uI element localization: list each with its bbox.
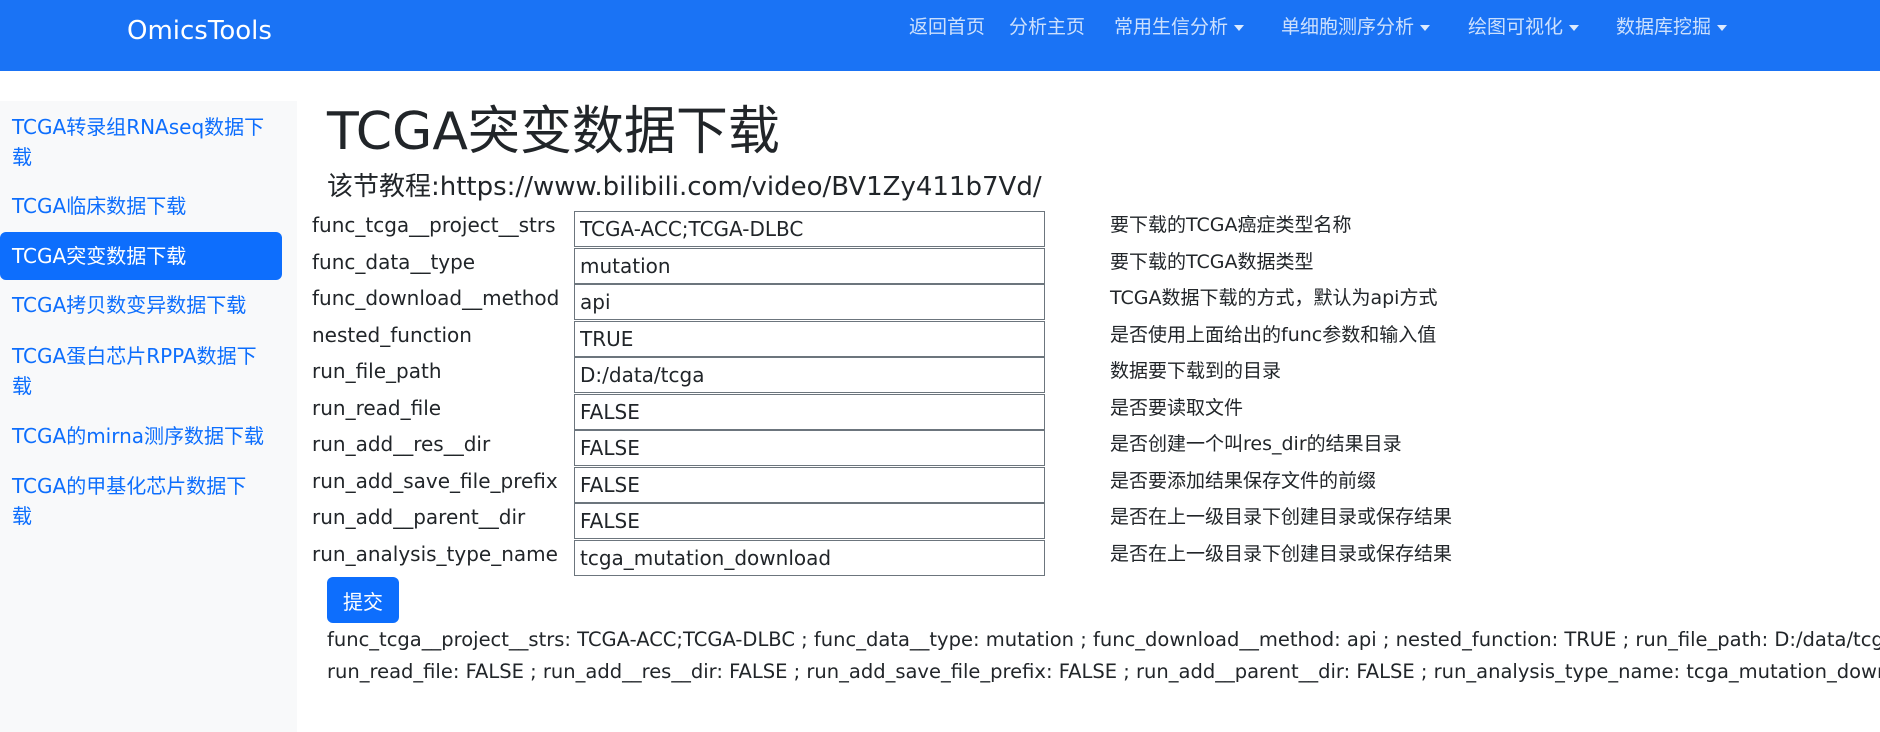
field-label: run_read_file — [312, 396, 442, 420]
download-method-input[interactable] — [574, 284, 1045, 320]
field-description: 是否创建一个叫res_dir的结果目录 — [1110, 433, 1402, 455]
tutorial-link: 该节教程:https://www.bilibili.com/video/BV1Z… — [327, 172, 1042, 202]
form-row: func_data__type 要下载的TCGA数据类型 — [0, 248, 1880, 284]
nav-home-label: 返回首页 — [909, 16, 986, 38]
field-label: func_download__method — [312, 286, 560, 310]
nav-visualization-label: 绘图可视化 — [1468, 16, 1564, 38]
field-label: func_data__type — [312, 250, 476, 274]
form-row: run_add__res__dir 是否创建一个叫res_dir的结果目录 — [0, 430, 1880, 466]
field-description: 要下载的TCGA癌症类型名称 — [1110, 214, 1352, 236]
result-line: run_read_file: FALSE ; run_add__res__dir… — [327, 660, 1880, 683]
page-title: TCGA突变数据下载 — [327, 102, 780, 162]
caret-down-icon — [1717, 24, 1728, 31]
result-line: func_tcga__project__strs: TCGA-ACC;TCGA-… — [327, 628, 1880, 651]
field-label: nested_function — [312, 323, 472, 347]
result-summary: func_tcga__project__strs: TCGA-ACC;TCGA-… — [327, 624, 1880, 688]
field-label: run_add_save_file_prefix — [312, 469, 558, 493]
field-description: 要下载的TCGA数据类型 — [1110, 251, 1314, 273]
form-row: run_read_file 是否要读取文件 — [0, 394, 1880, 430]
field-label: run_file_path — [312, 359, 442, 383]
form-row: func_tcga__project__strs 要下载的TCGA癌症类型名称 — [0, 211, 1880, 247]
nav-common-bioinfo-dropdown[interactable]: 常用生信分析 — [1114, 14, 1245, 40]
field-label: func_tcga__project__strs — [312, 213, 556, 237]
field-label: run_add__res__dir — [312, 432, 491, 456]
brand-logo[interactable]: OmicsTools — [127, 14, 272, 48]
project-strs-input[interactable] — [574, 211, 1045, 247]
form-row: func_download__method TCGA数据下载的方式，默认为api… — [0, 284, 1880, 320]
nav-common-bioinfo-label: 常用生信分析 — [1114, 16, 1229, 38]
read-file-input[interactable] — [574, 394, 1045, 430]
nav-database-mining-dropdown[interactable]: 数据库挖掘 — [1616, 14, 1728, 40]
sidebar-item-label: TCGA转录组RNAseq数据下 — [12, 115, 265, 139]
field-description: 是否要添加结果保存文件的前缀 — [1110, 470, 1377, 492]
field-label: run_analysis_type_name — [312, 542, 558, 566]
field-description: 数据要下载到的目录 — [1110, 360, 1282, 382]
form-row: run_analysis_type_name 是否在上一级目录下创建目录或保存结… — [0, 540, 1880, 576]
field-description: 是否要读取文件 — [1110, 397, 1244, 419]
caret-down-icon — [1420, 24, 1431, 31]
form-row: run_file_path 数据要下载到的目录 — [0, 357, 1880, 393]
nav-home[interactable]: 返回首页 — [909, 14, 985, 40]
file-path-input[interactable] — [574, 357, 1045, 393]
field-description: 是否使用上面给出的func参数和输入值 — [1110, 324, 1437, 346]
field-description: TCGA数据下载的方式，默认为api方式 — [1110, 287, 1438, 309]
sidebar-item-label-cont: 载 — [12, 145, 32, 169]
submit-button[interactable]: 提交 — [327, 577, 399, 623]
nav-visualization-dropdown[interactable]: 绘图可视化 — [1468, 14, 1580, 40]
nav-single-cell-dropdown[interactable]: 单细胞测序分析 — [1281, 14, 1431, 40]
field-description: 是否在上一级目录下创建目录或保存结果 — [1110, 506, 1453, 528]
parent-dir-input[interactable] — [574, 503, 1045, 539]
nav-database-mining-label: 数据库挖掘 — [1616, 16, 1712, 38]
caret-down-icon — [1234, 24, 1245, 31]
analysis-type-name-input[interactable] — [574, 540, 1045, 576]
form-row: run_add__parent__dir 是否在上一级目录下创建目录或保存结果 — [0, 503, 1880, 539]
nav-single-cell-label: 单细胞测序分析 — [1281, 16, 1415, 38]
form-row: run_add_save_file_prefix 是否要添加结果保存文件的前缀 — [0, 467, 1880, 503]
form-row: nested_function 是否使用上面给出的func参数和输入值 — [0, 321, 1880, 357]
nav-analysis-home[interactable]: 分析主页 — [1009, 14, 1085, 40]
data-type-input[interactable] — [574, 248, 1045, 284]
save-file-prefix-input[interactable] — [574, 467, 1045, 503]
caret-down-icon — [1569, 24, 1580, 31]
nested-function-input[interactable] — [574, 321, 1045, 357]
nav-analysis-home-label: 分析主页 — [1009, 16, 1086, 38]
sidebar-item-tcga-rnaseq[interactable]: TCGA转录组RNAseq数据下 载 — [0, 112, 282, 172]
top-navbar: OmicsTools 返回首页 分析主页 常用生信分析 单细胞测序分析 绘图可视… — [0, 0, 1880, 71]
field-label: run_add__parent__dir — [312, 505, 526, 529]
field-description: 是否在上一级目录下创建目录或保存结果 — [1110, 543, 1453, 565]
add-res-dir-input[interactable] — [574, 430, 1045, 466]
